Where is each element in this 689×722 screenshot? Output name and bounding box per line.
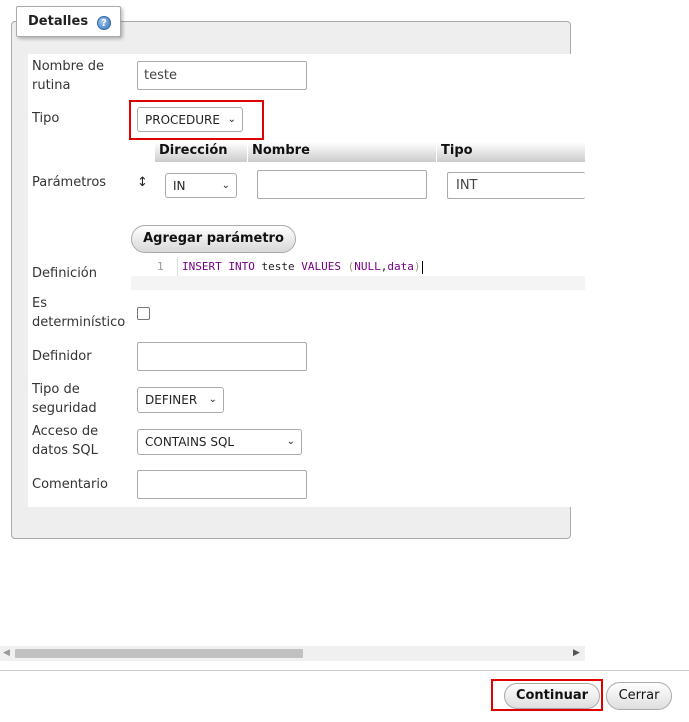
sql-data-access-select[interactable]: CONTAINS SQL ⌄ bbox=[137, 429, 302, 455]
definition-code-editor[interactable]: 1 INSERT INTO teste VALUES (NULL,data) bbox=[131, 257, 585, 290]
column-type: Tipo bbox=[437, 142, 585, 162]
updown-arrows-icon[interactable]: ↕ bbox=[137, 175, 148, 190]
definer-label: Definidor bbox=[32, 349, 92, 364]
routine-name-label: Nombre de rutina bbox=[32, 59, 105, 93]
column-name: Nombre bbox=[248, 142, 436, 162]
security-type-label: Tipo de seguridad bbox=[32, 382, 97, 416]
code-line: 1 INSERT INTO teste VALUES (NULL,data) bbox=[131, 257, 585, 276]
param-direction-value: IN bbox=[173, 179, 186, 193]
parameters-label: Parámetros bbox=[32, 175, 107, 190]
security-type-value: DEFINER bbox=[145, 393, 198, 407]
add-parameter-button[interactable]: Agregar parámetro bbox=[131, 225, 296, 253]
definition-label: Definición bbox=[32, 266, 97, 281]
sql-keyword: VALUES bbox=[301, 260, 341, 273]
param-direction-select[interactable]: IN ⌄ bbox=[165, 173, 237, 198]
scroll-right-icon[interactable]: ▶ bbox=[573, 648, 580, 658]
deterministic-checkbox[interactable] bbox=[137, 307, 150, 320]
line-number: 1 bbox=[157, 260, 164, 273]
text-cursor bbox=[421, 260, 423, 274]
sql-data-access-label: Acceso de datos SQL bbox=[32, 424, 99, 458]
close-button[interactable]: Cerrar bbox=[606, 682, 672, 710]
gutter-divider bbox=[177, 257, 178, 276]
definer-input[interactable] bbox=[137, 342, 307, 371]
sql-data-access-value: CONTAINS SQL bbox=[145, 435, 235, 449]
horizontal-scrollbar[interactable]: ◀ ▶ bbox=[0, 646, 585, 661]
details-legend: Detalles ? bbox=[16, 6, 121, 37]
comment-input[interactable] bbox=[137, 470, 307, 499]
chevron-down-icon: ⌄ bbox=[286, 436, 295, 447]
deterministic-label: Es determinístico bbox=[32, 296, 126, 330]
footer-divider bbox=[0, 670, 689, 671]
type-label: Tipo bbox=[32, 111, 60, 126]
sql-keyword: NULL bbox=[354, 260, 381, 273]
chevron-down-icon: ⌄ bbox=[221, 180, 230, 191]
sql-token: teste bbox=[261, 260, 295, 273]
scroll-left-icon[interactable]: ◀ bbox=[3, 648, 10, 658]
param-type-input[interactable]: INT bbox=[447, 172, 585, 199]
scrollbar-thumb[interactable] bbox=[15, 649, 303, 658]
chevron-down-icon: ⌄ bbox=[227, 114, 236, 125]
code-text: INSERT INTO teste VALUES (NULL,data) bbox=[182, 260, 423, 274]
column-direction: Dirección bbox=[155, 142, 247, 162]
legend-title: Detalles bbox=[28, 14, 89, 29]
continue-button[interactable]: Continuar bbox=[504, 683, 600, 709]
type-select-value: PROCEDURE bbox=[145, 113, 220, 127]
chevron-down-icon: ⌄ bbox=[208, 394, 217, 405]
routine-name-input[interactable]: teste bbox=[137, 61, 307, 90]
security-type-select[interactable]: DEFINER ⌄ bbox=[137, 387, 224, 413]
param-name-input[interactable] bbox=[257, 170, 427, 199]
sql-keyword: INTO bbox=[228, 260, 255, 273]
comment-label: Comentario bbox=[32, 477, 108, 492]
sql-identifier: data bbox=[387, 260, 414, 273]
sql-keyword: INSERT bbox=[182, 260, 222, 273]
help-icon[interactable]: ? bbox=[97, 16, 111, 30]
sql-paren: ) bbox=[413, 260, 421, 273]
type-select[interactable]: PROCEDURE ⌄ bbox=[137, 107, 243, 132]
